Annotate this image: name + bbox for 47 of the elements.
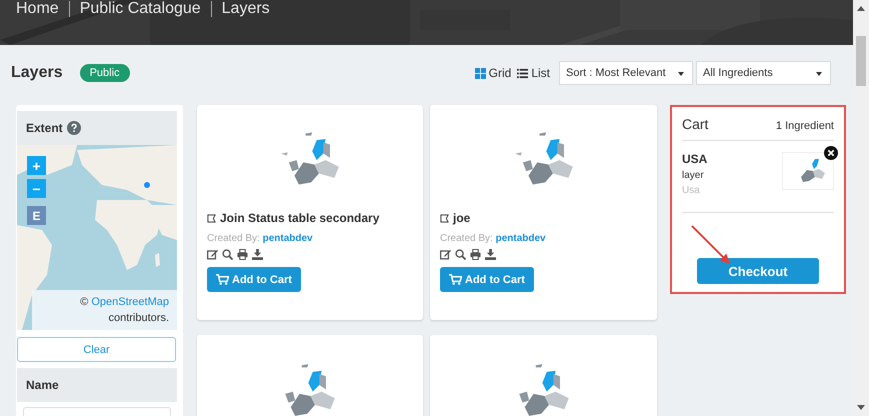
help-icon[interactable] — [66, 121, 81, 135]
grid-icon — [474, 68, 486, 78]
created-label: Created By: — [440, 233, 493, 244]
author-link[interactable]: pentabdev — [262, 233, 313, 244]
cart-count: 1 Ingredient — [776, 120, 834, 132]
print-icon[interactable] — [237, 249, 248, 260]
cart-icon — [449, 274, 462, 285]
search-icon[interactable] — [222, 249, 233, 260]
scroll-up-icon[interactable] — [857, 5, 865, 11]
status-badge: Public — [80, 64, 130, 82]
scrollbar-thumb[interactable] — [856, 36, 866, 86]
list-icon — [517, 68, 528, 78]
remove-icon[interactable] — [824, 146, 838, 160]
view-toggle[interactable]: List — [514, 66, 553, 80]
sort-dropdown[interactable]: Sort : Most Relevant — [559, 61, 693, 85]
search-icon[interactable] — [455, 249, 466, 260]
item-name: USA — [682, 152, 708, 166]
cart-icon — [216, 274, 229, 285]
attribution-text: contributors. — [108, 312, 169, 324]
card-title-text[interactable]: joe — [453, 211, 470, 225]
download-icon[interactable] — [485, 249, 496, 260]
filter-dropdown[interactable]: All Ingredients — [696, 61, 831, 85]
author-link[interactable]: pentabdev — [496, 233, 546, 244]
section-title: Name — [26, 378, 59, 392]
print-icon[interactable] — [470, 249, 481, 260]
edit-icon[interactable] — [207, 249, 218, 260]
page-title: Layers — [11, 64, 63, 82]
polygon-icon — [440, 214, 449, 222]
created-label: Created By: — [207, 233, 260, 244]
polygon-icon — [207, 214, 216, 222]
arrow-drawing — [690, 224, 733, 267]
download-icon[interactable] — [252, 249, 263, 260]
section-title: Extent — [26, 121, 63, 135]
card-title[interactable]: joe — [440, 211, 647, 225]
item-type: layer — [682, 170, 705, 181]
cart-title: Cart — [682, 116, 708, 132]
edit-icon[interactable] — [440, 249, 451, 260]
scroll-down-icon[interactable] — [857, 405, 865, 411]
attribution-text: © OpenStreetMap — [80, 296, 169, 308]
view-toggle[interactable]: Grid — [472, 66, 514, 80]
clear-button[interactable]: Clear — [17, 337, 176, 362]
breadcrumb-link[interactable]: Layers — [222, 0, 270, 18]
item-subtitle: Usa — [682, 185, 701, 196]
breadcrumb-link[interactable]: Public Catalogue — [80, 0, 201, 18]
breadcrumb-link[interactable]: Home — [16, 0, 59, 18]
card-title[interactable]: Join Status table secondary — [207, 211, 413, 225]
card-title-text[interactable]: Join Status table secondary — [220, 211, 380, 225]
